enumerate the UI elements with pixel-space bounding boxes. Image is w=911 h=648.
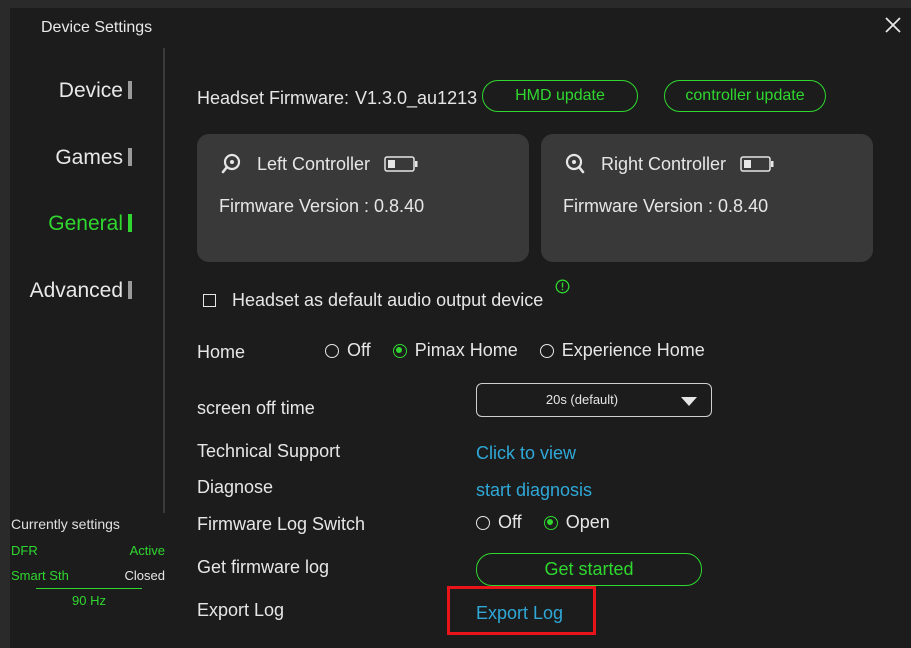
screen-off-select[interactable]: 20s (default) xyxy=(476,383,712,417)
fw-log-option-off[interactable]: Off xyxy=(476,512,522,533)
controller-name: Left Controller xyxy=(257,153,371,174)
nav-indicator xyxy=(128,148,132,166)
sidebar-item-label: Advanced xyxy=(29,279,123,302)
nav-indicator xyxy=(128,81,132,99)
radio-label: Off xyxy=(498,512,522,532)
firmware-log-switch-label: Firmware Log Switch xyxy=(197,514,366,534)
window-top-edge xyxy=(0,0,911,8)
sidebar-item-label: General xyxy=(48,212,123,235)
radio-off xyxy=(539,343,554,358)
home-label: Home xyxy=(197,342,246,362)
left-controller-card: Left Controller Firmware Version : 0.8.4… xyxy=(197,134,529,262)
status-refresh-rate: 90 Hz xyxy=(72,593,106,608)
status-title: Currently settings xyxy=(11,516,120,532)
device-settings-window: Device Settings Device Games General Adv… xyxy=(0,0,911,648)
home-option-experience-home[interactable]: Experience Home xyxy=(539,340,705,361)
firmware-log-radio-group: Off Open xyxy=(476,512,632,533)
headset-firmware-version: V1.3.0_au1213 xyxy=(355,88,478,108)
nav-indicator xyxy=(128,281,132,299)
home-option-off[interactable]: Off xyxy=(325,340,371,361)
left-controller-icon xyxy=(221,153,241,174)
start-diagnosis-link[interactable]: start diagnosis xyxy=(476,480,592,501)
window-left-edge xyxy=(0,0,10,648)
sidebar-item-device[interactable]: Device xyxy=(59,79,132,103)
window-title: Device Settings xyxy=(41,19,153,36)
radio-label: Off xyxy=(347,340,371,360)
controller-name: Right Controller xyxy=(601,153,727,174)
status-divider xyxy=(36,588,142,589)
screen-off-value: 20s (default) xyxy=(545,392,619,407)
get-firmware-log-label: Get firmware log xyxy=(197,557,330,577)
sidebar-item-label: Games xyxy=(55,146,123,169)
home-radio-group: Off Pimax Home Experience Home xyxy=(325,340,727,361)
caret-down-icon xyxy=(681,397,697,406)
close-icon[interactable] xyxy=(884,16,902,34)
right-controller-icon xyxy=(565,153,585,174)
battery-icon xyxy=(740,156,774,172)
radio-label: Experience Home xyxy=(561,340,705,360)
get-started-button[interactable]: Get started xyxy=(476,553,702,586)
radio-selected xyxy=(543,515,558,530)
sidebar: Device Games General Advanced xyxy=(10,48,164,648)
info-icon[interactable] xyxy=(555,279,570,294)
radio-off xyxy=(325,343,339,358)
headset-firmware-label: Headset Firmware: xyxy=(197,88,350,108)
radio-selected xyxy=(392,343,407,358)
controller-update-button[interactable]: controller update xyxy=(664,80,826,112)
battery-icon xyxy=(384,156,418,172)
sidebar-item-games[interactable]: Games xyxy=(55,146,132,170)
radio-off xyxy=(476,515,490,530)
radio-label: Open xyxy=(565,512,610,532)
audio-default-label: Headset as default audio output device xyxy=(232,290,544,310)
status-value: Closed xyxy=(124,568,165,583)
sidebar-item-general[interactable]: General xyxy=(48,212,132,236)
status-key: DFR xyxy=(11,543,38,558)
controller-firmware-version: Firmware Version : 0.8.40 xyxy=(219,196,425,216)
status-value: Active xyxy=(129,543,165,558)
hmd-update-button[interactable]: HMD update xyxy=(482,80,638,112)
radio-label: Pimax Home xyxy=(414,340,518,360)
general-settings-panel: Headset Firmware: V1.3.0_au1213 HMD upda… xyxy=(165,48,911,648)
diagnose-label: Diagnose xyxy=(197,477,274,497)
status-key: Smart Sth xyxy=(11,568,69,583)
export-log-label: Export Log xyxy=(197,600,285,620)
home-option-pimax-home[interactable]: Pimax Home xyxy=(392,340,518,361)
right-controller-card: Right Controller Firmware Version : 0.8.… xyxy=(541,134,873,262)
sidebar-item-advanced[interactable]: Advanced xyxy=(30,279,132,303)
screen-off-label: screen off time xyxy=(197,398,315,418)
fw-log-option-open[interactable]: Open xyxy=(543,512,610,533)
technical-support-link[interactable]: Click to view xyxy=(476,443,576,464)
sidebar-item-label: Device xyxy=(58,79,123,102)
nav-indicator xyxy=(128,214,132,232)
audio-default-checkbox[interactable] xyxy=(203,294,216,307)
controller-firmware-version: Firmware Version : 0.8.40 xyxy=(563,196,769,216)
highlight-box xyxy=(447,586,596,635)
technical-support-label: Technical Support xyxy=(197,441,341,461)
